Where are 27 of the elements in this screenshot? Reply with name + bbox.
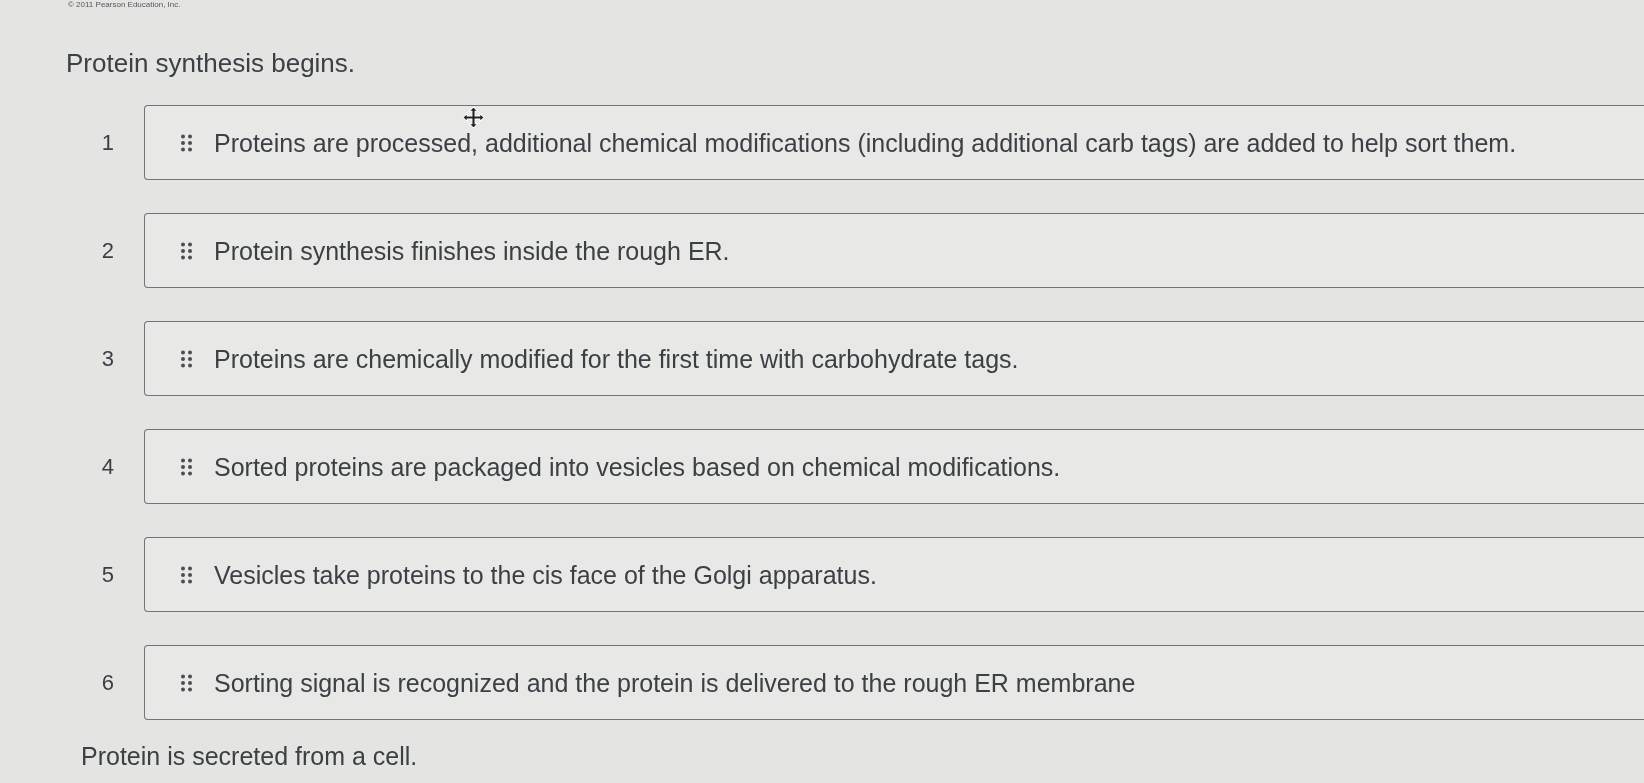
- step-number: 3: [101, 345, 114, 372]
- drag-handle-icon[interactable]: [181, 241, 192, 260]
- step-number: 5: [101, 561, 114, 588]
- step-text: Proteins are processed, additional chemical modifications (including additional carb tags) are added to help sort them.: [214, 127, 1517, 158]
- step-text: Protein synthesis finishes inside the rough ER.: [214, 235, 730, 266]
- end-label: Protein is secreted from a cell.: [81, 742, 418, 770]
- step-text: Sorted proteins are packaged into vesicles based on chemical modifications.: [214, 451, 1061, 482]
- drag-handle-icon[interactable]: [181, 565, 192, 584]
- step-text: Proteins are chemically modified for the first time with carbohydrate tags.: [214, 343, 1019, 374]
- step-text: Vesicles take proteins to the cis face of the Golgi apparatus.: [214, 559, 877, 590]
- draggable-step-card[interactable]: Proteins are processed, additional chemical modifications (including additional carb tags) are added to help sort them.: [144, 105, 1644, 180]
- step-number: 6: [101, 669, 114, 696]
- step-number: 2: [101, 237, 114, 264]
- step-number: 4: [101, 453, 114, 480]
- start-label: Protein synthesis begins.: [66, 48, 356, 78]
- draggable-step-card[interactable]: Protein synthesis finishes inside the rough ER.: [144, 213, 1644, 288]
- draggable-step-card[interactable]: Sorting signal is recognized and the protein is delivered to the rough ER membrane: [144, 645, 1644, 720]
- step-text: Sorting signal is recognized and the protein is delivered to the rough ER membrane: [214, 667, 1136, 698]
- step-number: 1: [101, 129, 114, 156]
- drag-handle-icon[interactable]: [181, 457, 192, 476]
- drag-handle-icon[interactable]: [181, 349, 192, 368]
- draggable-step-card[interactable]: Sorted proteins are packaged into vesicles based on chemical modifications.: [144, 429, 1644, 504]
- drag-handle-icon[interactable]: [181, 673, 192, 692]
- draggable-step-card[interactable]: Vesicles take proteins to the cis face of the Golgi apparatus.: [144, 537, 1644, 612]
- drag-handle-icon[interactable]: [181, 133, 192, 152]
- draggable-step-card[interactable]: Proteins are chemically modified for the first time with carbohydrate tags.: [144, 321, 1644, 396]
- copyright-caption: © 2011 Pearson Education, Inc.: [68, 0, 181, 9]
